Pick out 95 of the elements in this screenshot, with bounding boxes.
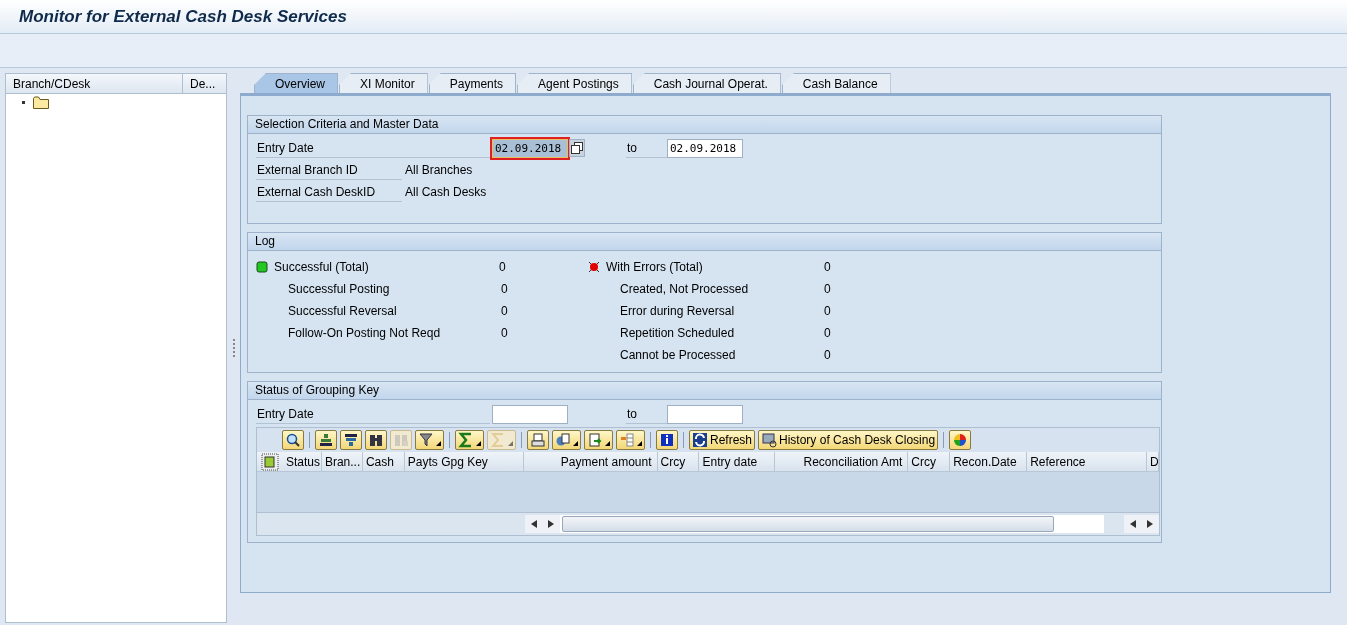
- tab[interactable]: Overview: [254, 73, 338, 93]
- column-header[interactable]: Payts Gpg Key: [404, 452, 524, 471]
- splitter-handle[interactable]: [232, 339, 235, 357]
- column-header[interactable]: De...: [183, 74, 222, 93]
- caret-icon: [605, 441, 610, 446]
- log-label: Created, Not Processed: [619, 282, 750, 296]
- log-label: Error during Reversal: [619, 304, 736, 318]
- column-header[interactable]: Crcy: [657, 452, 700, 471]
- log-label: Successful (Total): [274, 260, 370, 274]
- monitor-icon: [761, 432, 778, 448]
- toolbar-button[interactable]: [656, 430, 678, 450]
- group-title: Status of Grouping Key: [248, 382, 1161, 400]
- column-header[interactable]: Crcy: [908, 452, 951, 471]
- column-header[interactable]: Status: [282, 452, 322, 471]
- refresh-button[interactable]: Refresh: [689, 430, 756, 450]
- column-header[interactable]: Branch/CDesk: [6, 74, 183, 93]
- date-field[interactable]: [667, 404, 743, 424]
- caret-icon: [573, 441, 578, 446]
- caret-icon: [436, 441, 441, 446]
- column-header[interactable]: Recon.Date: [950, 452, 1028, 471]
- sort-ascending-icon: [318, 432, 334, 448]
- log-count: 0: [824, 326, 831, 340]
- column-header[interactable]: Payment amount: [523, 452, 658, 471]
- left-arrow-icon: [530, 520, 537, 528]
- column-header[interactable]: Bran...: [321, 452, 363, 471]
- left-arrow-icon: [1129, 520, 1136, 528]
- column-header[interactable]: Entry date: [699, 452, 776, 471]
- field-value: All Branches: [404, 163, 473, 177]
- tab[interactable]: Cash Balance: [781, 73, 891, 93]
- toolbar-button[interactable]: [340, 430, 362, 450]
- group-title: Selection Criteria and Master Data: [248, 116, 1161, 134]
- caret-icon: [637, 441, 642, 446]
- log-label: Repetition Scheduled: [619, 326, 736, 340]
- log-count: 0: [824, 348, 831, 362]
- column-header[interactable]: Reconciliation Amt: [775, 452, 909, 471]
- log-count: 0: [824, 304, 831, 318]
- toolbar-button[interactable]: [552, 430, 581, 450]
- log-label: Successful Posting: [287, 282, 391, 296]
- sort-descending-icon: [343, 432, 359, 448]
- field-value: All Cash Desks: [404, 185, 487, 199]
- toolbar-button[interactable]: [282, 430, 304, 450]
- log-label: With Errors (Total): [606, 260, 704, 274]
- field-label: Entry Date: [256, 138, 490, 158]
- export-icon: [587, 432, 603, 448]
- log-count: 0: [499, 260, 506, 274]
- scroll-thumb[interactable]: [562, 516, 1055, 532]
- log-label: Follow-On Posting Not Reqd: [287, 326, 442, 340]
- caret-icon: [508, 441, 513, 446]
- right-arrow-icon: [548, 520, 555, 528]
- date-field[interactable]: [492, 404, 568, 424]
- caret-icon: [476, 441, 481, 446]
- tab[interactable]: Cash Journal Operat.: [632, 73, 781, 93]
- column-header[interactable]: Cash: [362, 452, 405, 471]
- tab[interactable]: Payments: [428, 73, 517, 93]
- date-field[interactable]: 02.09.2018: [492, 138, 568, 158]
- toolbar-button[interactable]: [415, 430, 444, 450]
- log-count: 0: [501, 304, 508, 318]
- tree-bullet-icon: [22, 101, 25, 104]
- log-count: 0: [824, 282, 831, 296]
- date-field[interactable]: 02.09.2018: [667, 138, 743, 158]
- select-all-icon[interactable]: [261, 452, 279, 471]
- toolbar-button[interactable]: [949, 430, 972, 450]
- subtotal-icon: [490, 432, 506, 448]
- binoculars-icon: [368, 432, 384, 448]
- print-icon: [530, 432, 546, 448]
- log-label: Successful Reversal: [287, 304, 398, 318]
- filter-icon: [418, 432, 434, 448]
- log-count: 0: [501, 326, 508, 340]
- field-label: External Branch ID: [256, 160, 402, 180]
- scroll-left-button[interactable]: [1123, 515, 1142, 533]
- detail-icon: [285, 432, 301, 448]
- field-label: External Cash DeskID: [256, 182, 402, 202]
- folder-icon[interactable]: [33, 96, 49, 109]
- scroll-right-button[interactable]: [1141, 515, 1159, 533]
- views-icon: [555, 432, 571, 448]
- log-count: 0: [501, 282, 508, 296]
- log-count: 0: [824, 260, 831, 274]
- horizontal-scrollbar[interactable]: [257, 512, 1159, 535]
- group-title: Log: [248, 233, 1161, 251]
- scroll-left-button[interactable]: [525, 515, 543, 533]
- right-arrow-icon: [1147, 520, 1154, 528]
- log-label: Cannot be Processed: [619, 348, 737, 362]
- tab[interactable]: Agent Postings: [517, 73, 632, 93]
- refresh-icon: [692, 432, 708, 448]
- toolbar-button[interactable]: [365, 430, 387, 450]
- tab[interactable]: XI Monitor: [339, 73, 428, 93]
- field-label: Entry Date: [256, 404, 490, 424]
- toolbar-button[interactable]: [315, 430, 337, 450]
- column-header[interactable]: D: [1147, 452, 1159, 471]
- pie-chart-icon: [952, 432, 969, 448]
- info-icon: [659, 432, 675, 448]
- column-header[interactable]: Reference: [1027, 452, 1147, 471]
- window-title: Monitor for External Cash Desk Services: [19, 6, 347, 27]
- history-button[interactable]: History of Cash Desk Closing: [758, 430, 939, 450]
- sum-icon: [458, 432, 474, 448]
